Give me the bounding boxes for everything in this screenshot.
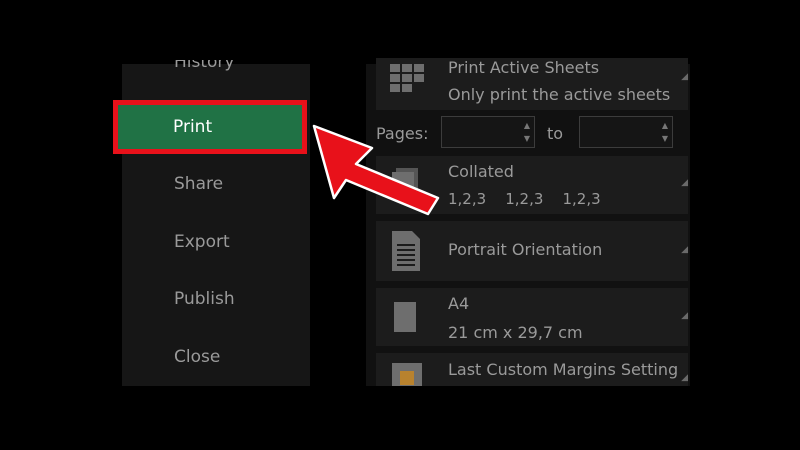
- sidebar-item-close[interactable]: Close: [174, 347, 220, 367]
- red-pointer-arrow: [312, 124, 440, 216]
- collation-title: Collated: [448, 162, 514, 181]
- sidebar-item-print[interactable]: Print: [113, 100, 307, 154]
- paper-size-title: A4: [448, 294, 470, 313]
- chevron-down-icon: ◢: [681, 178, 688, 188]
- spin-up-icon[interactable]: ▲: [662, 120, 668, 132]
- sidebar-item-label: History: [174, 60, 235, 72]
- sidebar-item-label: Publish: [174, 289, 235, 309]
- sidebar-item-label: Export: [174, 232, 230, 252]
- sidebar-item-export[interactable]: Export: [174, 232, 230, 252]
- pages-to-label: to: [547, 124, 564, 143]
- paper-size-subtitle: 21 cm x 29,7 cm: [448, 323, 583, 342]
- sidebar-item-label: Share: [174, 174, 224, 194]
- pages-from-input[interactable]: ▲ ▼: [441, 116, 535, 148]
- sidebar-item-share[interactable]: Share: [174, 174, 223, 194]
- sidebar-item-history[interactable]: History: [174, 60, 234, 78]
- margins-title: Last Custom Margins Setting: [448, 360, 679, 379]
- chevron-down-icon: ◢: [681, 245, 688, 255]
- sidebar-item-label: Close: [174, 347, 221, 367]
- print-what-subtitle: Only print the active sheets: [448, 85, 671, 104]
- margins-dropdown[interactable]: Last Custom Margins Setting ◢: [376, 353, 688, 386]
- paper-size-icon: [394, 302, 416, 332]
- pages-to-input[interactable]: ▲ ▼: [579, 116, 673, 148]
- margins-icon: [392, 363, 422, 386]
- print-what-dropdown[interactable]: Print Active Sheets Only print the activ…: [376, 58, 688, 110]
- chevron-down-icon: ◢: [681, 72, 688, 82]
- chevron-down-icon: ◢: [681, 373, 688, 383]
- spin-up-icon[interactable]: ▲: [524, 120, 530, 132]
- collation-subtitle: 1,2,3 1,2,3 1,2,3: [448, 190, 601, 208]
- grid-sheet-icon: [390, 64, 424, 92]
- sidebar-item-label: Print: [173, 117, 213, 137]
- chevron-down-icon: ◢: [681, 311, 688, 321]
- print-what-title: Print Active Sheets: [448, 58, 600, 77]
- spin-down-icon[interactable]: ▼: [524, 133, 530, 145]
- sidebar-item-publish[interactable]: Publish: [174, 289, 235, 309]
- spin-down-icon[interactable]: ▼: [662, 133, 668, 145]
- orientation-title: Portrait Orientation: [448, 240, 603, 259]
- paper-size-dropdown[interactable]: A4 21 cm x 29,7 cm ◢: [376, 288, 688, 346]
- portrait-page-icon: [392, 231, 420, 271]
- orientation-dropdown[interactable]: Portrait Orientation ◢: [376, 221, 688, 281]
